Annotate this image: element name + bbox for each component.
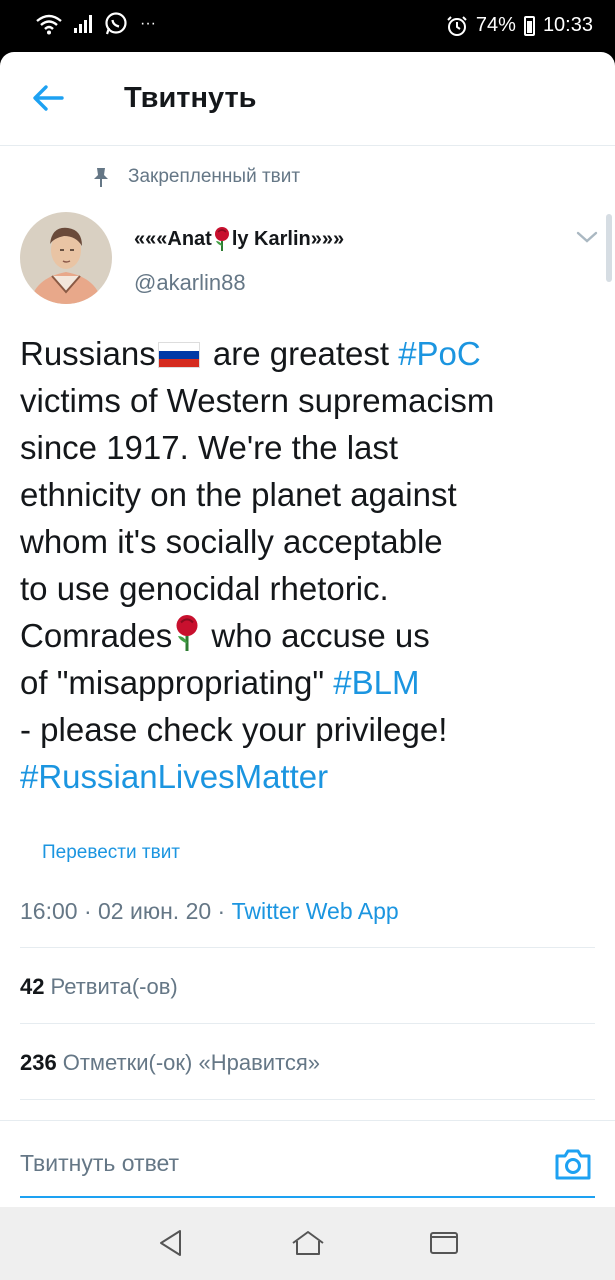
alarm-icon — [447, 15, 467, 36]
translate-tweet-link[interactable]: Перевести твит — [42, 842, 180, 864]
tweet-text-segment: who accuse us — [202, 617, 430, 654]
russia-flag-icon — [157, 342, 200, 368]
hashtag-link[interactable]: #BLM — [333, 664, 419, 701]
whatsapp-icon — [105, 12, 127, 35]
battery-percent: 74% — [475, 14, 516, 36]
retweets-count: 42 — [20, 974, 45, 999]
hashtag-link[interactable]: #PoC — [398, 335, 481, 372]
signal-icon — [74, 15, 92, 33]
likes-stat[interactable]: 236 Отметки(-ок) «Нравится» — [20, 1050, 320, 1076]
reply-input[interactable]: Твитнуть ответ — [20, 1150, 179, 1177]
author-name-start: «««Anat — [134, 227, 212, 250]
tweet-text: Russians are greatest #PoC victims of We… — [20, 330, 600, 800]
status-right: 74% 10:33 — [446, 14, 593, 37]
back-arrow-icon[interactable] — [30, 80, 66, 116]
retweets-label: Ретвита(-ов) — [50, 974, 178, 999]
tweet-line: victims of Western supremacism — [20, 382, 495, 419]
pin-icon — [94, 168, 108, 187]
pinned-indicator: Закрепленный твит — [92, 166, 300, 188]
rose-icon — [214, 227, 229, 251]
status-left: ··· — [36, 12, 156, 36]
likes-label: Отметки(-ок) «Нравится» — [62, 1050, 321, 1075]
tweet-source-link[interactable]: Twitter Web App — [232, 898, 399, 924]
likes-count: 236 — [20, 1050, 57, 1075]
tweet-line: since 1917. We're the last — [20, 429, 399, 466]
tweet-line: ethnicity on the planet against — [20, 476, 457, 513]
wifi-icon — [36, 14, 62, 35]
nav-back-icon[interactable] — [156, 1227, 186, 1259]
tweet-text-segment: Comrades — [20, 617, 173, 654]
top-bar: Твитнуть — [0, 52, 615, 146]
tweet-date: 02 июн. 20 — [98, 898, 212, 924]
divider — [20, 947, 595, 948]
scrollbar[interactable] — [606, 214, 612, 282]
rose-icon — [176, 615, 198, 651]
tweet-line: Comrades who accuse us — [20, 612, 600, 659]
hashtag-link[interactable]: #RussianLivesMatter — [20, 758, 328, 795]
tweet-line: of "misappropriating" #BLM — [20, 659, 600, 706]
clock: 10:33 — [542, 14, 593, 36]
tweet-line: - please check your privilege! — [20, 711, 448, 748]
tweet-text-segment: are greatest — [203, 335, 399, 372]
tweet-screen: Твитнуть Закрепленный твит «««Anat ly Ka… — [0, 52, 615, 1207]
avatar[interactable] — [20, 212, 112, 304]
author-display-name[interactable]: «««Anat ly Karlin»»» — [134, 226, 344, 252]
system-navigation-bar — [0, 1207, 615, 1280]
tweet-line: whom it's socially acceptable — [20, 523, 443, 560]
retweets-stat[interactable]: 42 Ретвита(-ов) — [20, 974, 178, 1000]
author-name-end: ly Karlin»»» — [231, 227, 345, 250]
divider — [20, 1023, 595, 1024]
camera-icon[interactable] — [554, 1146, 592, 1182]
status-bar: ··· 74% 10:33 — [0, 0, 615, 52]
overflow-indicator: ··· — [140, 15, 156, 32]
meta-separator: · — [211, 898, 232, 924]
author-handle[interactable]: @akarlin88 — [134, 270, 246, 296]
tweet-line: #RussianLivesMatter — [20, 753, 600, 800]
chevron-down-icon[interactable] — [574, 226, 600, 248]
tweet-text-segment: of "misappropriating" — [20, 664, 334, 701]
page-title: Твитнуть — [124, 82, 257, 114]
tweet-text-segment: Russians — [20, 335, 156, 372]
tweet-line: to use genocidal rhetoric. — [20, 570, 389, 607]
meta-separator: · — [77, 898, 99, 924]
battery-icon — [523, 15, 535, 36]
tweet-time: 16:00 — [20, 898, 78, 924]
tweet-meta: 16:00 · 02 июн. 20 · Twitter Web App — [20, 898, 399, 925]
pinned-label: Закрепленный твит — [128, 166, 301, 187]
tweet-line: Russians are greatest #PoC — [20, 330, 600, 377]
reply-underline — [20, 1196, 595, 1198]
nav-home-icon[interactable] — [290, 1227, 326, 1259]
divider — [20, 1099, 595, 1100]
nav-recents-icon[interactable] — [428, 1227, 460, 1259]
reply-divider — [0, 1120, 615, 1121]
